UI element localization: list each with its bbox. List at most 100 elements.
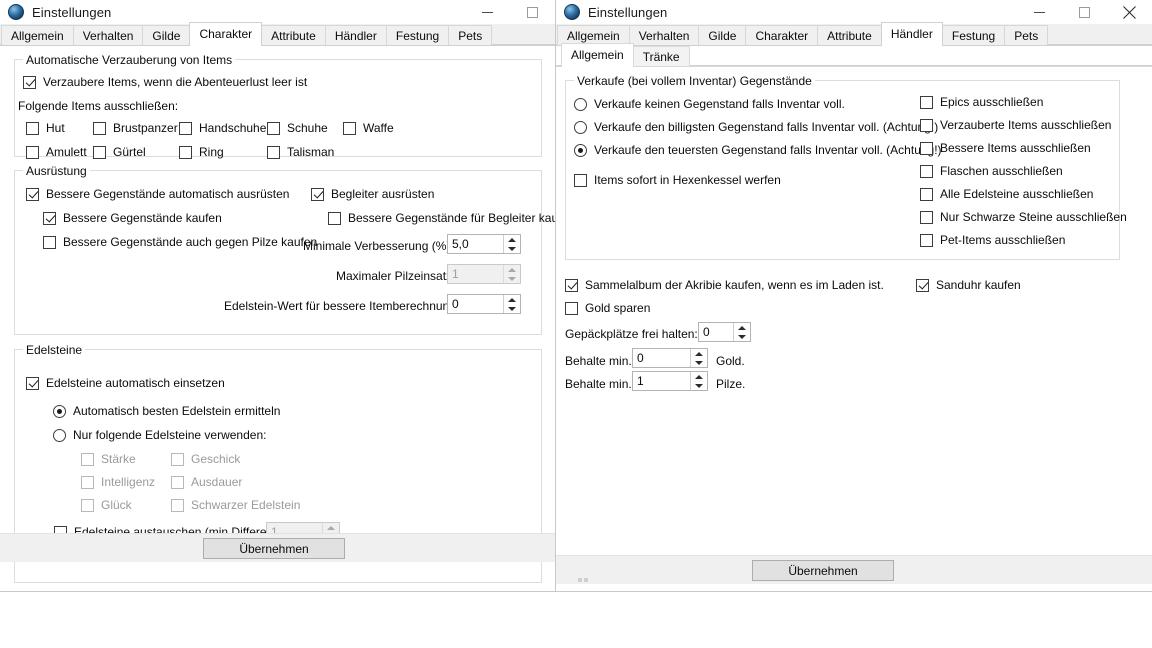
tab-verhalten[interactable]: Verhalten <box>72 25 144 45</box>
checkbox-gem-glueck[interactable]: Glück <box>81 498 132 512</box>
spinner-buttons[interactable] <box>690 372 707 390</box>
spinner-gem-value[interactable]: 0 <box>447 294 521 314</box>
radio-sell-most-expensive[interactable]: Verkaufe den teuersten Gegenstand falls … <box>574 143 942 157</box>
checkbox-exclude-black-gems-only[interactable]: Nur Schwarze Steine ausschließen <box>920 210 1127 224</box>
spinner-down-icon[interactable] <box>691 358 707 367</box>
spinner-keep-mushrooms[interactable]: 1 <box>632 371 708 391</box>
checkbox-exclude-talisman[interactable]: Talisman <box>267 145 334 159</box>
checkbox-exclude-handschuhe[interactable]: Handschuhe <box>179 121 266 135</box>
tabstrip-left[interactable]: Allgemein Verhalten Gilde Charakter Attr… <box>0 22 555 46</box>
checkbox-save-gold[interactable]: Gold sparen <box>565 301 650 315</box>
checkbox-label: Alle Edelsteine ausschließen <box>940 187 1094 201</box>
checkbox-equip-companions[interactable]: Begleiter ausrüsten <box>311 187 434 201</box>
checkbox-exclude-enchanted[interactable]: Verzauberte Items ausschließen <box>920 118 1111 132</box>
exclude-items-label: Folgende Items ausschließen: <box>18 99 179 113</box>
checkbox-buy-hourglass[interactable]: Sanduhr kaufen <box>916 278 1021 292</box>
checkbox-label: Waffe <box>363 121 394 135</box>
subtab-traenke[interactable]: Tränke <box>632 46 690 66</box>
spinner-keep-gold[interactable]: 0 <box>632 348 708 368</box>
checkbox-buy-album[interactable]: Sammelalbum der Akribie kaufen, wenn es … <box>565 278 884 292</box>
checkbox-exclude-bottles[interactable]: Flaschen ausschließen <box>920 164 1063 178</box>
checkbox-buy-better-companions[interactable]: Bessere Gegenstände für Begleiter kaufen <box>328 211 575 225</box>
tab-allgemein[interactable]: Allgemein <box>557 25 630 45</box>
checkbox-exclude-better-items[interactable]: Bessere Items ausschließen <box>920 141 1091 155</box>
spinner-up-icon[interactable] <box>504 235 520 244</box>
tabstrip-right[interactable]: Allgemein Verhalten Gilde Charakter Attr… <box>556 22 1152 46</box>
tab-allgemein[interactable]: Allgemein <box>1 25 74 45</box>
spinner-up-icon[interactable] <box>734 323 750 332</box>
spinner-down-icon[interactable] <box>504 244 520 253</box>
checkbox-exclude-guertel[interactable]: Gürtel <box>93 145 146 159</box>
tab-gilde[interactable]: Gilde <box>142 25 191 45</box>
maximize-icon[interactable] <box>1062 0 1107 24</box>
checkbox-gem-geschick[interactable]: Geschick <box>171 452 240 466</box>
resize-grip[interactable] <box>578 578 588 582</box>
checkbox-exclude-hut[interactable]: Hut <box>26 121 65 135</box>
tab-charakter[interactable]: Charakter <box>189 22 263 46</box>
radio-only-following-gems[interactable]: Nur folgende Edelsteine verwenden: <box>53 428 266 442</box>
spinner-down-icon[interactable] <box>691 381 707 390</box>
radio-sell-cheapest[interactable]: Verkaufe den billigsten Gegenstand falls… <box>574 120 938 134</box>
spinner-up-icon[interactable] <box>504 265 520 274</box>
checkbox-buy-better-mushrooms[interactable]: Bessere Gegenstände auch gegen Pilze kau… <box>43 235 317 249</box>
subtabstrip-haendler[interactable]: Allgemein Tränke <box>556 43 1152 67</box>
tab-attribute[interactable]: Attribute <box>261 25 326 45</box>
checkbox-box <box>171 498 184 512</box>
tab-festung[interactable]: Festung <box>385 25 450 45</box>
spinner-up-icon[interactable] <box>323 523 339 532</box>
spinner-buttons[interactable] <box>503 295 520 313</box>
checkbox-exclude-pet-items[interactable]: Pet-Items ausschließen <box>920 233 1065 247</box>
checkbox-exclude-ring[interactable]: Ring <box>179 145 224 159</box>
tab-pets[interactable]: Pets <box>1004 25 1049 45</box>
checkbox-cauldron[interactable]: Items sofort in Hexenkessel werfen <box>574 173 781 187</box>
tab-haendler[interactable]: Händler <box>324 25 387 45</box>
maximize-icon[interactable] <box>510 0 555 24</box>
tab-festung[interactable]: Festung <box>941 25 1006 45</box>
tab-haendler[interactable]: Händler <box>880 22 943 46</box>
checkbox-exclude-schuhe[interactable]: Schuhe <box>267 121 328 135</box>
spinner-up-icon[interactable] <box>504 295 520 304</box>
titlebar-left[interactable]: Einstellungen <box>0 0 555 24</box>
apply-button-right[interactable]: Übernehmen <box>752 560 894 581</box>
spinner-down-icon[interactable] <box>504 304 520 313</box>
spinner-down-icon[interactable] <box>504 274 520 283</box>
checkbox-gem-intelligenz[interactable]: Intelligenz <box>81 475 155 489</box>
checkbox-exclude-epics[interactable]: Epics ausschließen <box>920 95 1043 109</box>
tab-charakter[interactable]: Charakter <box>745 25 819 45</box>
spinner-up-icon[interactable] <box>691 372 707 381</box>
spinner-min-improvement[interactable]: 5,0 <box>447 234 521 254</box>
checkbox-auto-insert-gems[interactable]: Edelsteine automatisch einsetzen <box>26 376 225 390</box>
spinner-free-slots[interactable]: 0 <box>698 322 751 342</box>
spinner-buttons[interactable] <box>690 349 707 367</box>
checkbox-exclude-waffe[interactable]: Waffe <box>343 121 394 135</box>
spinner-buttons[interactable] <box>733 323 750 341</box>
subtab-allgemein[interactable]: Allgemein <box>561 43 634 67</box>
checkbox-buy-better[interactable]: Bessere Gegenstände kaufen <box>43 211 222 225</box>
checkbox-exclude-amulett[interactable]: Amulett <box>26 145 87 159</box>
tab-verhalten[interactable]: Verhalten <box>628 25 700 45</box>
titlebar-right[interactable]: Einstellungen <box>556 0 1152 24</box>
spinner-up-icon[interactable] <box>691 349 707 358</box>
checkbox-exclude-all-gems[interactable]: Alle Edelsteine ausschließen <box>920 187 1093 201</box>
spinner-value: 0 <box>703 325 710 339</box>
checkbox-gem-staerke[interactable]: Stärke <box>81 452 136 466</box>
minimize-icon[interactable] <box>1017 0 1062 24</box>
minimize-icon[interactable] <box>465 0 510 24</box>
radio-sell-none[interactable]: Verkaufe keinen Gegenstand falls Inventa… <box>574 97 845 111</box>
close-icon[interactable] <box>1107 0 1152 24</box>
tab-pets[interactable]: Pets <box>448 25 493 45</box>
spinner-buttons[interactable] <box>503 265 520 283</box>
checkbox-enchant-when-empty[interactable]: Verzaubere Items, wenn die Abenteuerlust… <box>23 75 307 89</box>
tab-attribute[interactable]: Attribute <box>817 25 882 45</box>
checkbox-auto-equip-better[interactable]: Bessere Gegenstände automatisch ausrüste… <box>26 187 289 201</box>
spinner-max-mushrooms[interactable]: 1 <box>447 264 521 284</box>
tab-label: Pets <box>458 28 483 43</box>
checkbox-exclude-brustpanzer[interactable]: Brustpanzer <box>93 121 178 135</box>
spinner-buttons[interactable] <box>503 235 520 253</box>
checkbox-gem-schwarzer-edelstein[interactable]: Schwarzer Edelstein <box>171 498 300 512</box>
spinner-down-icon[interactable] <box>734 332 750 341</box>
radio-best-gem-auto[interactable]: Automatisch besten Edelstein ermitteln <box>53 404 280 418</box>
tab-gilde[interactable]: Gilde <box>698 25 747 45</box>
apply-button-left[interactable]: Übernehmen <box>203 538 345 559</box>
checkbox-gem-ausdauer[interactable]: Ausdauer <box>171 475 242 489</box>
